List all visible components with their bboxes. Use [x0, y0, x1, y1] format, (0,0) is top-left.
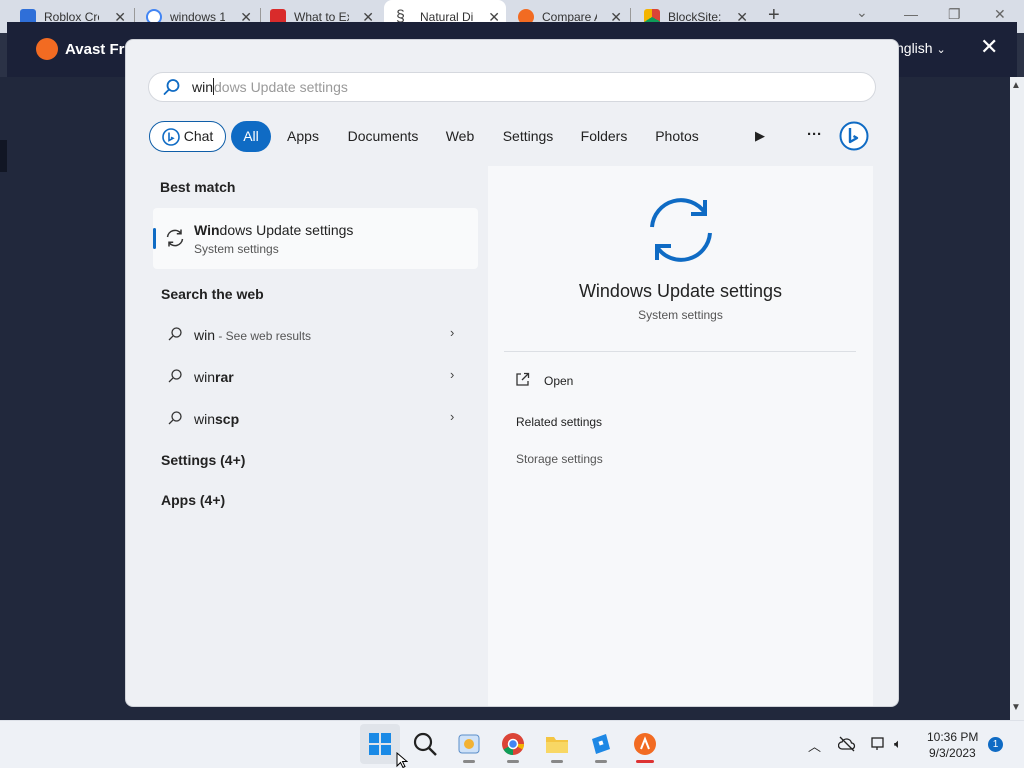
- windows-start-icon[interactable]: [367, 731, 393, 757]
- roblox-studio-icon[interactable]: [588, 731, 614, 757]
- web-result-text: winrar: [194, 369, 234, 385]
- scroll-down-icon[interactable]: ▼: [1011, 702, 1021, 713]
- network-icon[interactable]: [870, 736, 888, 752]
- avast-side-edge: [0, 140, 7, 172]
- clock-date[interactable]: 9/3/2023: [929, 746, 976, 760]
- chevron-down-icon[interactable]: ⌄: [856, 4, 868, 21]
- search-icon: [168, 411, 182, 425]
- related-settings-header: Related settings: [516, 415, 603, 429]
- bing-icon[interactable]: [839, 121, 869, 151]
- search-web-header: Search the web: [161, 286, 264, 302]
- web-result-text: win - See web results: [194, 327, 311, 343]
- open-label: Open: [544, 374, 574, 388]
- gallery-app-icon[interactable]: [456, 731, 482, 757]
- search-query: win: [192, 79, 214, 95]
- match-highlight: Win: [194, 222, 220, 238]
- best-match-header: Best match: [160, 179, 236, 195]
- chevron-right-icon: ›: [450, 367, 455, 382]
- clock-time[interactable]: 10:36 PM: [927, 730, 978, 744]
- play-icon[interactable]: ▶: [755, 128, 765, 144]
- mouse-cursor-icon: [396, 752, 408, 768]
- filter-all[interactable]: All: [231, 121, 271, 152]
- avast-logo-icon: [36, 38, 58, 60]
- filter-documents[interactable]: Documents: [337, 121, 429, 152]
- search-icon[interactable]: [412, 731, 438, 757]
- filter-settings[interactable]: Settings: [495, 121, 561, 152]
- window-close-button[interactable]: ✕: [994, 6, 1006, 23]
- web-query: win: [194, 369, 216, 385]
- chevron-right-icon: ›: [450, 325, 455, 340]
- divider: [504, 351, 856, 352]
- best-match-subtitle: System settings: [194, 242, 279, 256]
- avast-taskbar-icon[interactable]: [632, 731, 658, 757]
- search-autocomplete: dows Update settings: [214, 79, 348, 95]
- onedrive-offline-icon[interactable]: [838, 736, 856, 752]
- web-result-text: winscp: [194, 411, 239, 427]
- search-icon: [163, 79, 180, 95]
- web-result-hint: - See web results: [215, 329, 312, 343]
- web-completion: scp: [215, 411, 240, 427]
- avast-title: Avast Fr: [65, 41, 125, 58]
- best-match-title: Windows Update settings: [194, 222, 353, 238]
- web-completion: rar: [215, 369, 234, 385]
- web-query: win: [194, 327, 216, 343]
- open-external-icon: [516, 372, 530, 386]
- search-icon: [168, 369, 182, 383]
- running-indicator: [595, 760, 607, 763]
- filter-apps[interactable]: Apps: [280, 121, 326, 152]
- related-link-storage[interactable]: Storage settings: [516, 452, 603, 466]
- show-hidden-icons-chevron-up-icon[interactable]: ︿: [808, 736, 821, 755]
- scrollbar[interactable]: [1010, 77, 1024, 720]
- filter-chat-label: Chat: [183, 128, 214, 144]
- filter-chat[interactable]: Chat: [149, 121, 226, 152]
- best-match-result[interactable]: [153, 208, 478, 269]
- notification-badge[interactable]: 1: [988, 737, 1003, 752]
- preview-title: Windows Update settings: [578, 281, 783, 301]
- file-explorer-icon[interactable]: [544, 731, 570, 757]
- web-query: win: [194, 411, 216, 427]
- refresh-icon: [166, 229, 184, 247]
- filter-folders[interactable]: Folders: [573, 121, 635, 152]
- apps-more-link[interactable]: Apps (4+): [161, 492, 225, 508]
- settings-more-link[interactable]: Settings (4+): [161, 452, 245, 468]
- restore-button[interactable]: ❐: [948, 6, 961, 23]
- bing-chat-icon: [161, 127, 180, 146]
- volume-icon[interactable]: 🔈︎: [894, 736, 902, 752]
- more-options-button[interactable]: ···: [807, 126, 822, 143]
- running-indicator: [507, 760, 519, 763]
- avast-close-button[interactable]: ✕: [980, 34, 998, 60]
- chevron-down-icon: ⌄: [936, 44, 946, 56]
- active-indicator: [636, 760, 654, 763]
- chevron-right-icon: ›: [450, 409, 455, 424]
- chrome-icon[interactable]: [500, 731, 526, 757]
- search-icon: [168, 327, 182, 341]
- filter-photos[interactable]: Photos: [647, 121, 707, 152]
- selection-indicator: [153, 228, 156, 249]
- language-selector[interactable]: nglish ⌄: [896, 40, 946, 56]
- scroll-up-icon[interactable]: ▲: [1011, 80, 1021, 91]
- match-rest: dows Update settings: [219, 222, 354, 238]
- running-indicator: [463, 760, 475, 763]
- running-indicator: [551, 760, 563, 763]
- refresh-icon: [650, 198, 712, 262]
- filter-web[interactable]: Web: [439, 121, 481, 152]
- language-label: nglish: [896, 40, 933, 56]
- minimize-button[interactable]: —: [904, 6, 918, 22]
- preview-subtitle: System settings: [638, 308, 723, 322]
